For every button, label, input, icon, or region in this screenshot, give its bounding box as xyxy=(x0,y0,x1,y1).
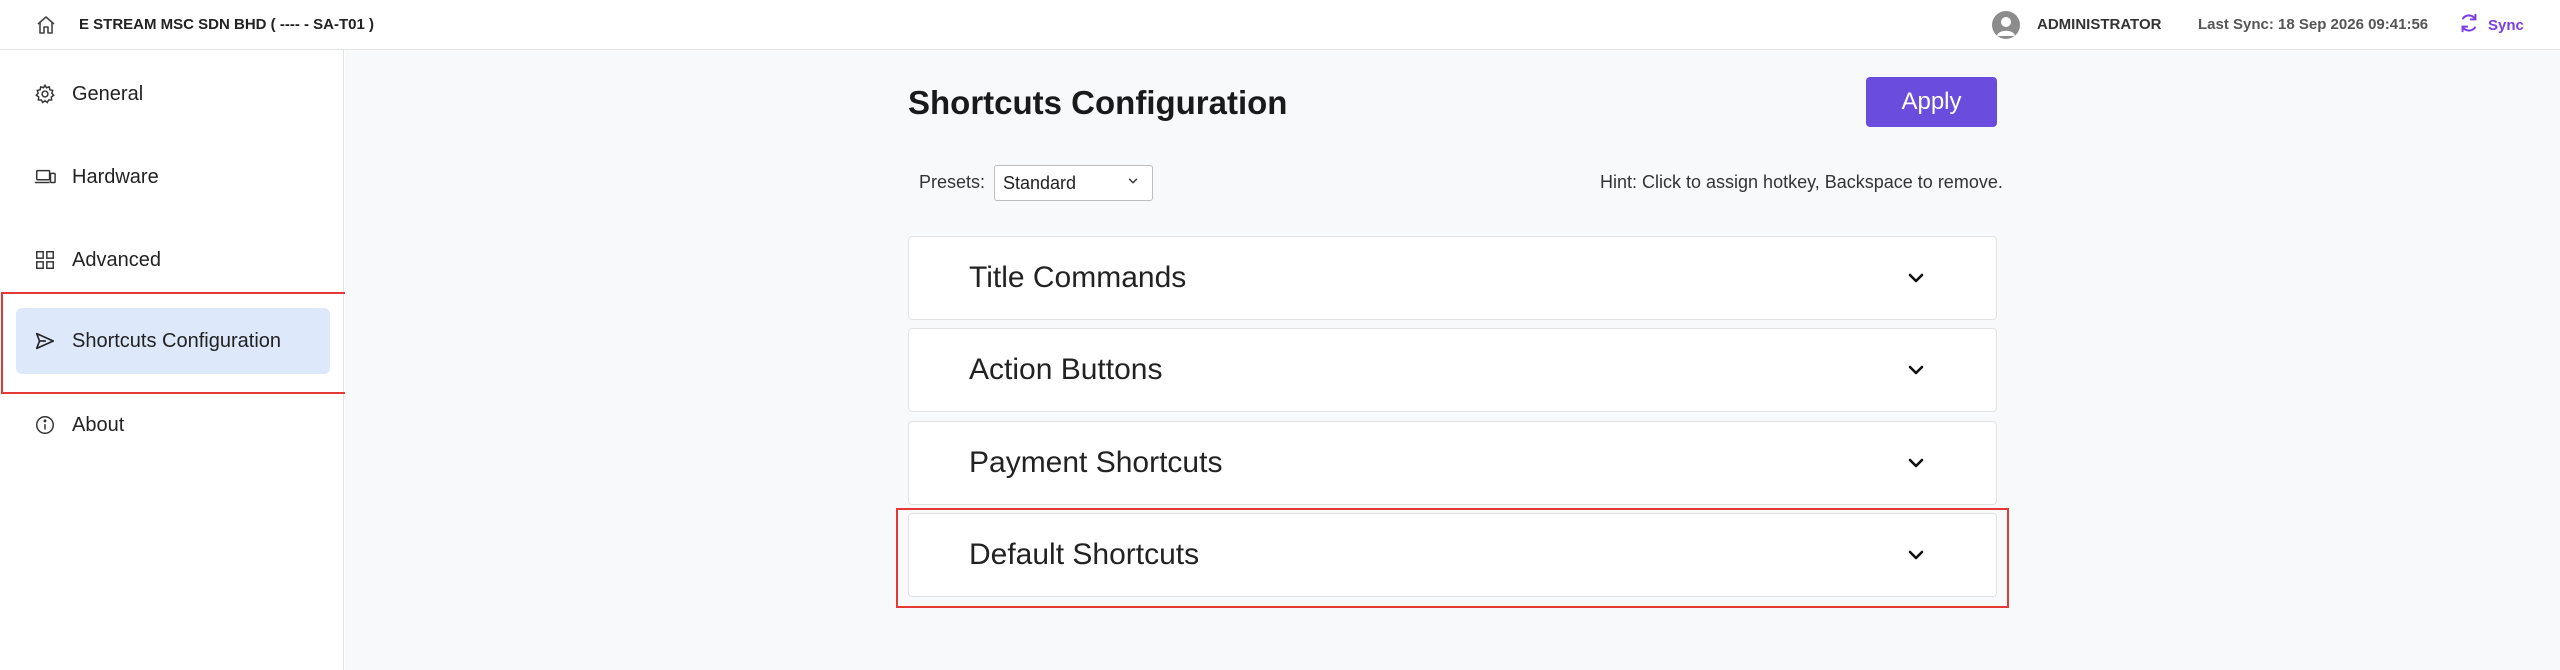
section-title: Title Commands xyxy=(969,261,1187,294)
user-name: ADMINISTRATOR xyxy=(2037,16,2162,33)
sidebar-item-label: About xyxy=(72,413,125,436)
section-default-shortcuts[interactable]: Default Shortcuts xyxy=(908,513,1997,597)
section-title: Action Buttons xyxy=(969,353,1163,386)
sidebar: General Hardware Advanced Shortcuts Conf… xyxy=(0,50,344,670)
sync-icon xyxy=(2458,12,2480,39)
presets-label: Presets: xyxy=(919,172,986,192)
last-sync-text: Last Sync: 18 Sep 2026 09:41:56 xyxy=(2198,16,2429,33)
sync-button[interactable]: Sync xyxy=(2458,12,2524,38)
sidebar-item-shortcuts[interactable]: Shortcuts Configuration xyxy=(16,308,330,374)
hint-text: Hint: Click to assign hotkey, Backspace … xyxy=(1600,172,2003,192)
chevron-down-icon xyxy=(1904,543,1928,567)
grid-icon xyxy=(34,249,56,271)
sidebar-item-label: Shortcuts Configuration xyxy=(72,329,282,352)
presets-select[interactable]: Standard xyxy=(994,165,1153,201)
sidebar-item-advanced[interactable]: Advanced xyxy=(16,227,330,293)
chevron-down-icon xyxy=(1904,451,1928,475)
home-icon[interactable] xyxy=(34,13,58,37)
send-icon xyxy=(34,330,56,352)
sidebar-item-hardware[interactable]: Hardware xyxy=(16,144,330,210)
gear-icon xyxy=(34,83,56,105)
info-icon xyxy=(34,414,56,436)
company-name: E STREAM MSC SDN BHD ( ---- - SA-T01 ) xyxy=(79,16,374,33)
section-action-buttons[interactable]: Action Buttons xyxy=(908,328,1997,412)
sidebar-item-general[interactable]: General xyxy=(16,61,330,127)
sidebar-item-about[interactable]: About xyxy=(16,392,330,458)
page-title: Shortcuts Configuration xyxy=(908,84,1288,121)
presets-select-value: Standard xyxy=(1003,172,1077,193)
sidebar-item-label: Hardware xyxy=(72,165,159,188)
chevron-down-icon xyxy=(1126,174,1140,193)
sidebar-item-label: Advanced xyxy=(72,248,161,271)
avatar[interactable] xyxy=(1992,11,2020,39)
sync-label: Sync xyxy=(2488,16,2524,34)
apply-button[interactable]: Apply xyxy=(1866,77,1997,127)
chevron-down-icon xyxy=(1904,266,1928,290)
chevron-down-icon xyxy=(1904,358,1928,382)
sidebar-item-label: General xyxy=(72,82,144,105)
section-title: Payment Shortcuts xyxy=(969,446,1223,479)
devices-icon xyxy=(34,166,56,188)
section-title: Default Shortcuts xyxy=(969,538,1200,571)
top-bar: E STREAM MSC SDN BHD ( ---- - SA-T01 ) A… xyxy=(0,0,2560,50)
section-payment-shortcuts[interactable]: Payment Shortcuts xyxy=(908,421,1997,505)
section-title-commands[interactable]: Title Commands xyxy=(908,236,1997,320)
